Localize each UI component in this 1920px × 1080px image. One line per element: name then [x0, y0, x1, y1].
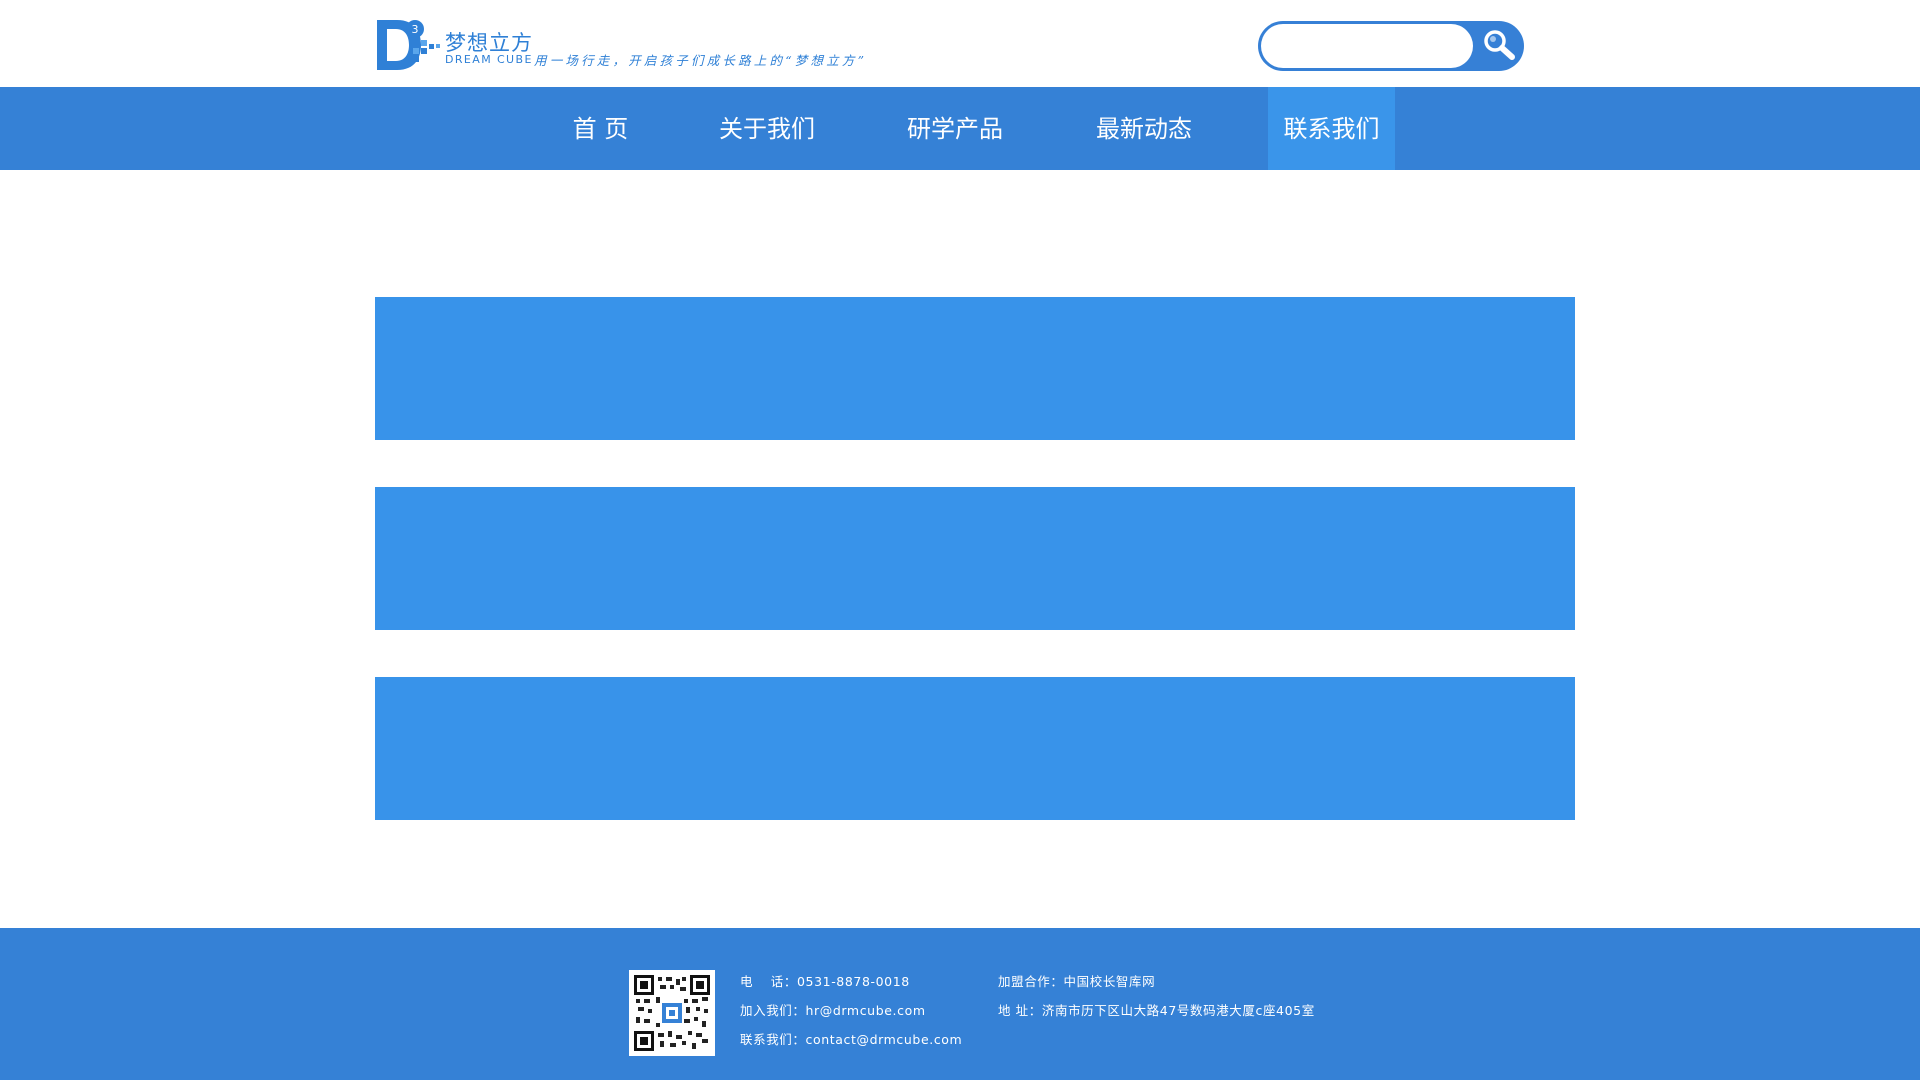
footer-partner: 加盟合作：中国校长智库网: [998, 971, 1155, 990]
footer-join-label: 加入我们：: [740, 1003, 806, 1018]
search-button[interactable]: [1473, 21, 1524, 71]
footer-contact-label: 联系我们：: [740, 1032, 806, 1047]
footer-join-email[interactable]: hr@drmcube.com: [806, 1003, 926, 1018]
nav-item-products[interactable]: 研学产品: [890, 87, 1020, 170]
footer-partner-link[interactable]: 中国校长智库网: [1064, 974, 1156, 989]
qr-code-icon: [634, 975, 710, 1051]
logo-english-name: DREAM CUBE: [445, 53, 533, 66]
site-slogan: 用一场行走，开启孩子们成长路上的“梦想立方”: [534, 53, 868, 68]
footer-phone-value: 0531-8878-0018: [796, 974, 910, 989]
nav-item-contact[interactable]: 联系我们: [1268, 87, 1395, 170]
qr-code: [629, 970, 715, 1056]
nav-item-about[interactable]: 关于我们: [702, 87, 832, 170]
footer-address: 地 址：济南市历下区山大路47号数码港大厦c座405室: [998, 1000, 1315, 1019]
nav-item-news[interactable]: 最新动态: [1079, 87, 1209, 170]
site-header: 3 梦想立方 DREAM CUBE 用一场行走，开启孩子们成长路上的“梦想立方”: [0, 0, 1920, 87]
logo-digit: 3: [412, 23, 419, 36]
content-banner-3[interactable]: [375, 677, 1575, 820]
footer-partner-label: 加盟合作：: [998, 974, 1064, 989]
content-banner-1[interactable]: [375, 297, 1575, 440]
footer-phone: 电 话：0531-8878-0018: [740, 971, 910, 990]
footer-contact-email[interactable]: contact@drmcube.com: [806, 1032, 963, 1047]
footer-phone-label: 电 话：: [740, 974, 797, 989]
dream-cube-logo-icon: 3: [377, 20, 440, 70]
search-input[interactable]: [1261, 24, 1473, 68]
footer-address-value: 济南市历下区山大路47号数码港大厦c座405室: [1041, 1003, 1315, 1018]
main-nav: 首 页 关于我们 研学产品 最新动态 联系我们: [0, 87, 1920, 170]
footer-contact: 联系我们：contact@drmcube.com: [740, 1029, 962, 1048]
site-logo[interactable]: 3 梦想立方 DREAM CUBE 用一场行走，开启孩子们成长路上的“梦想立方”: [375, 18, 915, 74]
nav-item-home[interactable]: 首 页: [553, 87, 648, 170]
search-box: [1258, 21, 1524, 71]
content-banner-2[interactable]: [375, 487, 1575, 630]
site-footer: [0, 928, 1920, 1080]
magnifier-icon: [1484, 30, 1515, 60]
footer-join: 加入我们：hr@drmcube.com: [740, 1000, 926, 1019]
footer-address-label: 地 址：: [998, 1003, 1042, 1018]
